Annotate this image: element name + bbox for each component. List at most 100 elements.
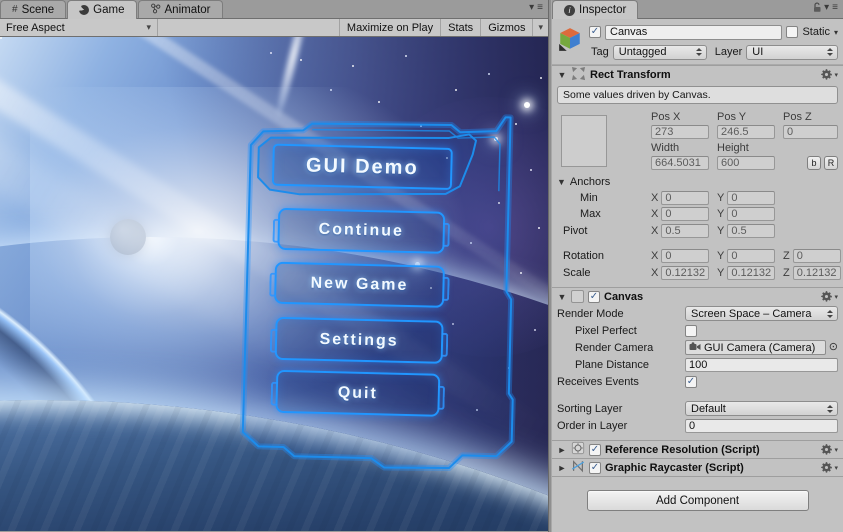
gizmos-button[interactable]: Gizmos	[480, 19, 532, 36]
blueprint-mode-button[interactable]: b	[807, 155, 821, 170]
graphic-raycaster-header[interactable]: ► ✓ Graphic Raycaster (Script) ▾	[552, 458, 843, 476]
new-game-label: New Game	[310, 274, 409, 294]
layer-dropdown[interactable]: UI	[746, 44, 838, 60]
reference-resolution-title: Reference Resolution (Script)	[605, 443, 760, 456]
canvas-enabled-checkbox[interactable]: ✓	[588, 290, 600, 303]
game-panel-menu[interactable]: ▾ ≡	[529, 2, 544, 13]
add-component-button[interactable]: Add Component	[586, 490, 809, 511]
scale-z-field[interactable]: 0.12132	[792, 265, 841, 280]
anchors-label: Anchors	[569, 176, 611, 188]
render-mode-value: Screen Space – Camera	[691, 307, 812, 320]
inspector-menu-icon[interactable]: ≡	[832, 2, 839, 13]
game-icon	[79, 5, 90, 15]
game-viewport: GUI Demo Continue New Game Settings Quit	[0, 37, 548, 531]
max-x-value: 0	[665, 208, 672, 220]
pivot-x-field[interactable]: 0.5	[661, 223, 709, 238]
settings-button[interactable]: Settings	[274, 316, 444, 364]
static-caret-icon[interactable]: ▾	[834, 28, 838, 37]
min-y-value: 0	[731, 192, 738, 204]
object-picker-icon[interactable]: ⊙	[829, 342, 838, 353]
pos-z-field[interactable]: 0	[783, 124, 838, 139]
foldout-icon[interactable]: ►	[557, 463, 567, 473]
maximize-label: Maximize on Play	[346, 21, 434, 34]
inspector-tabstrip: i Inspector ▾ ≡	[552, 0, 843, 19]
pixel-perfect-label: Pixel Perfect	[575, 324, 637, 337]
rotation-x-field[interactable]: 0	[661, 248, 709, 263]
anchors-foldout[interactable]: ▼ Anchors	[552, 174, 843, 190]
rotation-z-field[interactable]: 0	[792, 248, 841, 263]
anchor-max-x-field[interactable]: 0	[661, 207, 709, 221]
anchor-min-y-field[interactable]: 0	[727, 191, 775, 205]
render-camera-field[interactable]: GUI Camera (Camera)	[685, 340, 826, 355]
anchor-preview[interactable]	[561, 115, 607, 167]
graphic-raycaster-checkbox[interactable]: ✓	[589, 461, 601, 474]
tag-value: Untagged	[618, 46, 667, 58]
reference-resolution-header[interactable]: ► ✓ Reference Resolution (Script) ▾	[552, 440, 843, 458]
render-mode-dropdown[interactable]: Screen Space – Camera	[685, 306, 838, 321]
pivot-y-value: 0.5	[731, 224, 747, 237]
reference-resolution-gear[interactable]: ▾	[820, 443, 838, 456]
pixel-perfect-checkbox[interactable]: ✓	[685, 324, 697, 337]
rotation-y-field[interactable]: 0	[727, 248, 775, 263]
scale-x-field[interactable]: 0.12132	[661, 265, 709, 280]
foldout-icon[interactable]: ▼	[557, 70, 567, 80]
gameobject-name: Canvas	[610, 26, 648, 38]
settings-label: Settings	[319, 330, 399, 350]
anchor-min-x-field[interactable]: 0	[661, 191, 709, 205]
aspect-dropdown[interactable]: Free Aspect ▾	[0, 19, 158, 36]
gameobject-cube-icon[interactable]	[557, 26, 583, 55]
order-in-layer-field[interactable]: 0	[685, 418, 838, 433]
gameobject-name-field[interactable]: Canvas	[605, 24, 783, 40]
stats-button[interactable]: Stats	[440, 19, 480, 36]
receives-events-checkbox[interactable]: ✓	[685, 375, 697, 388]
scale-y-field[interactable]: 0.12132	[727, 265, 775, 280]
plane-distance-field[interactable]: 100	[685, 357, 838, 372]
add-component-area: Add Component	[552, 476, 843, 511]
tab-scene[interactable]: # Scene	[0, 0, 67, 18]
rect-transform-header[interactable]: ▼ Rect Transform ▾	[552, 65, 843, 83]
anchors-min-row: Min X0 Y0	[552, 190, 843, 206]
tab-animator[interactable]: Animator	[137, 0, 223, 18]
order-in-layer-row: Order in Layer 0	[552, 417, 843, 434]
foldout-icon[interactable]: ►	[557, 445, 567, 455]
pivot-x-value: 0.5	[665, 224, 681, 237]
raw-edit-mode-button[interactable]: R	[824, 155, 838, 170]
reference-resolution-checkbox[interactable]: ✓	[589, 443, 601, 456]
pos-y-field[interactable]: 246.5	[717, 124, 775, 139]
pos-x-field[interactable]: 273	[651, 124, 709, 139]
canvas-gear[interactable]: ▾	[820, 290, 838, 303]
axis-z-label: Z	[783, 249, 790, 262]
axis-z-label: Z	[783, 266, 790, 279]
blueprint-label: b	[811, 157, 817, 168]
maximize-on-play-button[interactable]: Maximize on Play	[338, 19, 440, 36]
quit-button[interactable]: Quit	[275, 369, 441, 417]
width-field[interactable]: 664.5031	[651, 155, 709, 170]
canvas-component-header[interactable]: ▼ ✓ Canvas ▾	[552, 287, 843, 305]
sorting-layer-value: Default	[691, 402, 726, 415]
pos-z-value: 0	[787, 125, 794, 138]
pos-y-label: Pos Y	[717, 110, 747, 123]
height-value: 600	[721, 156, 740, 169]
inspector-caret-icon[interactable]: ▾	[824, 2, 830, 13]
gameobject-active-checkbox[interactable]: ✓	[589, 26, 601, 38]
height-label: Height	[717, 141, 749, 154]
axis-y-label: Y	[717, 224, 725, 237]
static-checkbox[interactable]: ✓	[786, 26, 799, 38]
sorting-layer-dropdown[interactable]: Default	[685, 401, 838, 416]
gizmos-caret-button[interactable]: ▾	[532, 19, 548, 36]
lock-icon[interactable]	[812, 2, 822, 13]
menu-title: GUI Demo	[305, 153, 419, 179]
tab-inspector[interactable]: i Inspector	[552, 0, 639, 19]
tab-game[interactable]: Game	[67, 0, 137, 19]
rect-transform-gear[interactable]: ▾	[820, 68, 838, 81]
continue-button[interactable]: Continue	[277, 207, 446, 254]
height-field[interactable]: 600	[717, 155, 775, 170]
anchor-max-y-field[interactable]: 0	[727, 207, 775, 221]
static-label: Static	[802, 26, 830, 38]
foldout-icon[interactable]: ▼	[557, 292, 567, 302]
tag-dropdown[interactable]: Untagged	[612, 44, 707, 60]
order-in-layer-value: 0	[689, 419, 696, 432]
graphic-raycaster-gear[interactable]: ▾	[820, 461, 838, 474]
new-game-button[interactable]: New Game	[273, 261, 445, 308]
pivot-y-field[interactable]: 0.5	[727, 223, 775, 238]
